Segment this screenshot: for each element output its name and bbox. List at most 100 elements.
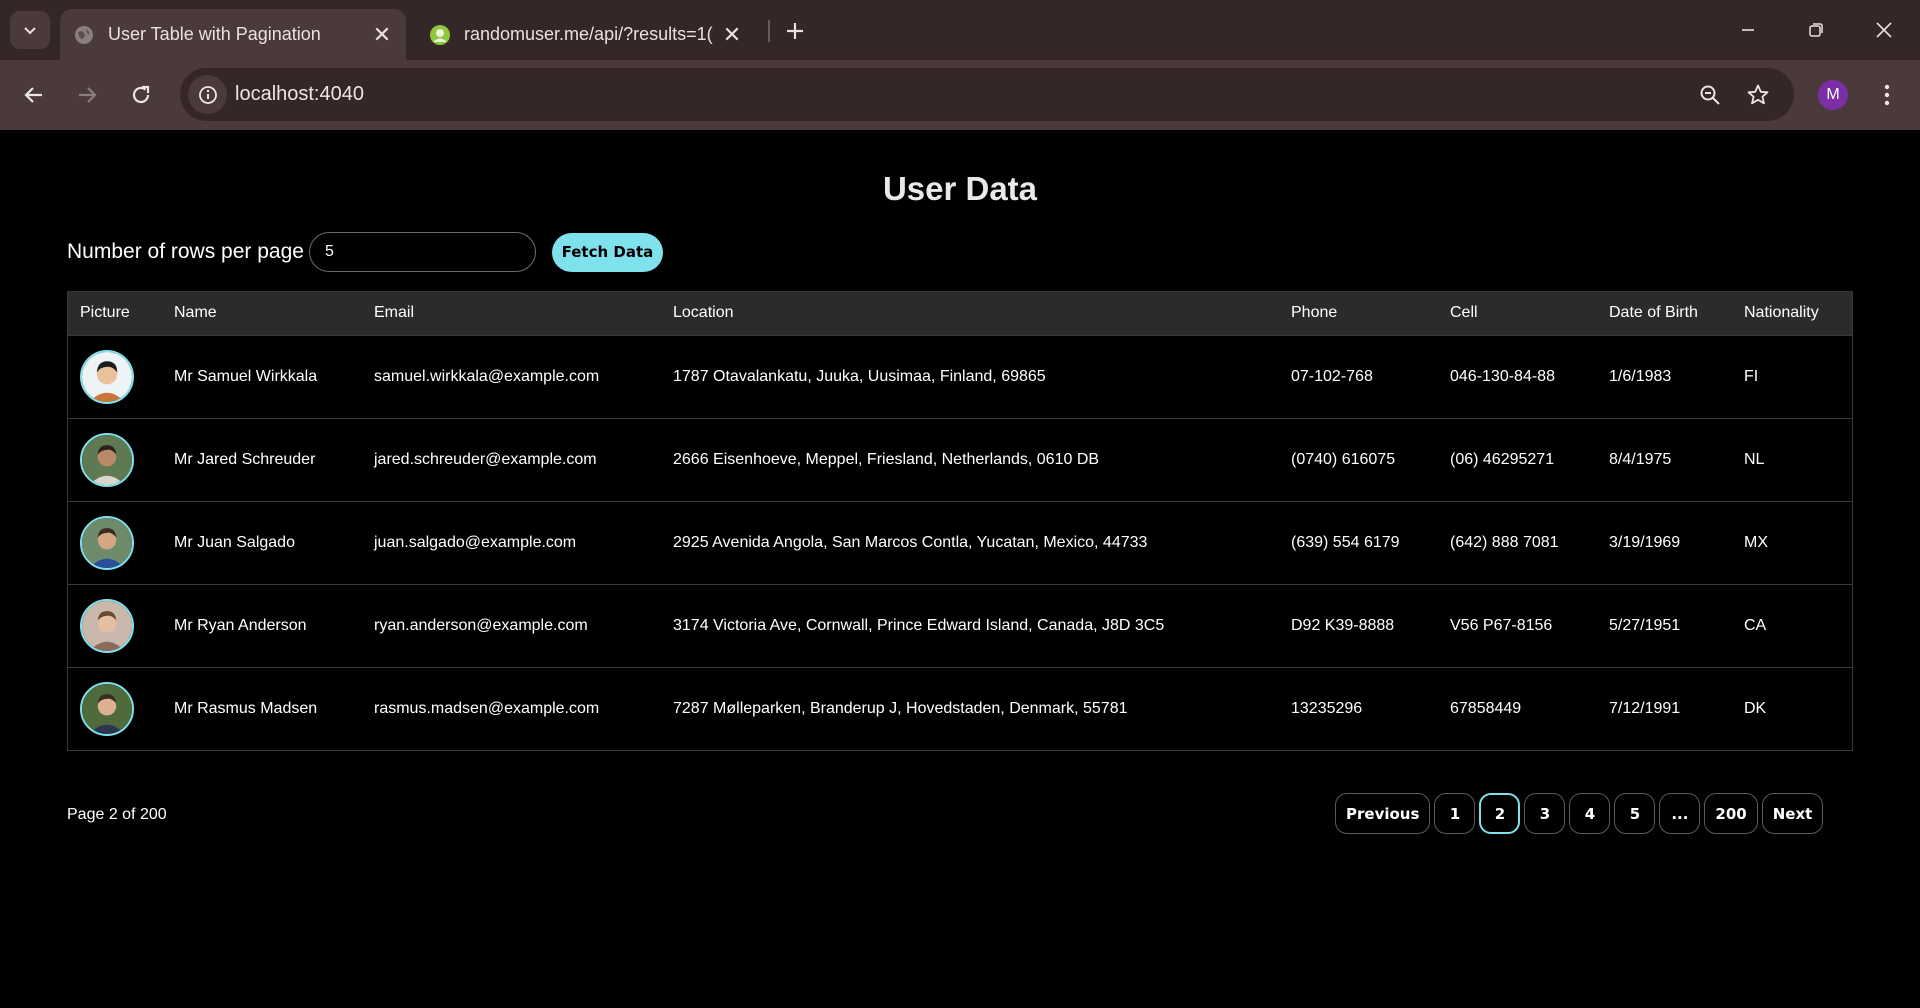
cell-cell: (642) 888 7081 [1450,533,1559,551]
close-tab-icon[interactable]: ✕ [718,21,746,49]
minimize-button[interactable] [1722,8,1774,52]
tab-search-button[interactable] [10,11,50,49]
email-cell: samuel.wirkkala@example.com [374,367,600,385]
email-cell: rasmus.madsen@example.com [374,699,600,717]
new-tab-button[interactable] [778,14,812,48]
phone-cell: (0740) 616075 [1291,450,1396,468]
previous-page-button[interactable]: Previous [1335,793,1431,834]
page-5-button[interactable]: 5 [1614,793,1656,834]
picture-cell [68,335,162,418]
header-nationality[interactable]: Nationality [1732,292,1852,335]
name-cell: Mr Jared Schreuder [174,450,316,468]
ellipsis-button[interactable]: ... [1659,793,1701,834]
user-table: Picture Name Email Location Phone Cell D… [67,291,1853,751]
url-text[interactable]: localhost:4040 [235,68,364,121]
rows-controls: Number of rows per page Fetch Data [67,232,663,272]
reload-icon [132,85,150,104]
nationality-cell: CA [1744,616,1767,634]
header-dob[interactable]: Date of Birth [1597,292,1732,335]
dob-cell: 8/4/1975 [1609,450,1672,468]
zoom-button[interactable] [1693,78,1727,112]
next-page-button[interactable]: Next [1761,793,1824,834]
header-name[interactable]: Name [162,292,362,335]
user-avatar [80,598,134,653]
header-picture[interactable]: Picture [68,292,162,335]
table-row: Mr Ryan Anderson ryan.anderson@example.c… [68,584,1852,667]
header-cell[interactable]: Cell [1438,292,1597,335]
header-email[interactable]: Email [362,292,661,335]
page-content: User Data Number of rows per page Fetch … [0,130,1920,1008]
fetch-data-button[interactable]: Fetch Data [551,232,663,272]
browser-menu-button[interactable] [1870,75,1904,115]
tab-user-table[interactable]: User Table with Pagination ✕ [60,9,406,60]
table-row: Mr Jared Schreuder jared.schreuder@examp… [68,418,1852,501]
profile-initial: M [1826,86,1840,103]
page-1-button[interactable]: 1 [1434,793,1476,834]
globe-icon [75,25,93,44]
picture-cell [68,667,162,750]
pagination: Previous 1 2 3 4 5 ... 200 Next [1335,793,1824,834]
picture-cell [68,584,162,667]
cell-cell: 67858449 [1450,699,1522,717]
rows-per-page-input[interactable] [308,232,536,272]
profile-avatar[interactable]: M [1818,80,1848,110]
cell-cell: (06) 46295271 [1450,450,1555,468]
nationality-cell: DK [1744,699,1767,717]
dob-cell: 7/12/1991 [1609,699,1681,717]
minimize-icon [1742,29,1754,31]
table-row: Mr Samuel Wirkkala samuel.wirkkala@examp… [68,335,1852,418]
star-icon [1747,84,1769,105]
user-avatar [80,515,134,570]
nationality-cell: MX [1744,533,1768,551]
restore-icon [1809,23,1823,37]
phone-cell: 07-102-768 [1291,367,1373,385]
back-button[interactable] [14,75,54,115]
page-200-button[interactable]: 200 [1704,793,1758,834]
tab-separator [768,20,770,42]
randomuser-icon [430,24,450,45]
email-cell: ryan.anderson@example.com [374,616,588,634]
location-cell: 2666 Eisenhoeve, Meppel, Friesland, Neth… [673,450,1100,468]
browser-toolbar: localhost:4040 M [0,60,1920,130]
name-cell: Mr Samuel Wirkkala [174,367,318,385]
phone-cell: 13235296 [1291,699,1363,717]
page-title: User Data [882,170,1038,207]
dob-cell: 1/6/1983 [1609,367,1672,385]
page-4-button[interactable]: 4 [1569,793,1611,834]
close-window-button[interactable] [1858,8,1910,52]
name-cell: Mr Rasmus Madsen [174,699,318,717]
page-2-button[interactable]: 2 [1479,793,1521,834]
page-3-button[interactable]: 3 [1524,793,1566,834]
user-avatar [80,349,134,404]
more-vert-icon [1884,84,1890,106]
restore-button[interactable] [1790,8,1842,52]
forward-button[interactable] [67,75,107,115]
email-cell: jared.schreuder@example.com [374,450,597,468]
address-bar[interactable]: localhost:4040 [180,68,1794,121]
tab-title: User Table with Pagination [108,24,321,44]
close-tab-icon[interactable]: ✕ [368,21,396,49]
page-info: Page 2 of 200 [67,806,167,823]
email-cell: juan.salgado@example.com [374,533,577,551]
tab-title: randomuser.me/api/?results=1( [464,24,713,44]
header-location[interactable]: Location [661,292,1279,335]
bookmark-button[interactable] [1741,78,1775,112]
arrow-left-icon [24,87,42,103]
arrow-right-icon [79,87,97,103]
table-row: Mr Rasmus Madsen rasmus.madsen@example.c… [68,667,1852,750]
phone-cell: (639) 554 6179 [1291,533,1400,551]
reload-button[interactable] [121,75,161,115]
user-avatar [80,681,134,736]
name-cell: Mr Juan Salgado [174,533,295,551]
nationality-cell: NL [1744,450,1765,468]
site-info-button[interactable] [188,75,227,114]
tab-strip: User Table with Pagination ✕ randomuser.… [0,0,1920,60]
location-cell: 1787 Otavalankatu, Juuka, Uusimaa, Finla… [673,367,1046,385]
name-cell: Mr Ryan Anderson [174,616,307,634]
plus-icon [787,23,803,39]
table-row: Mr Juan Salgado juan.salgado@example.com… [68,501,1852,584]
phone-cell: D92 K39-8888 [1291,616,1395,634]
nationality-cell: FI [1744,367,1759,385]
tab-randomuser[interactable]: randomuser.me/api/?results=1( ✕ [416,9,756,60]
header-phone[interactable]: Phone [1279,292,1438,335]
